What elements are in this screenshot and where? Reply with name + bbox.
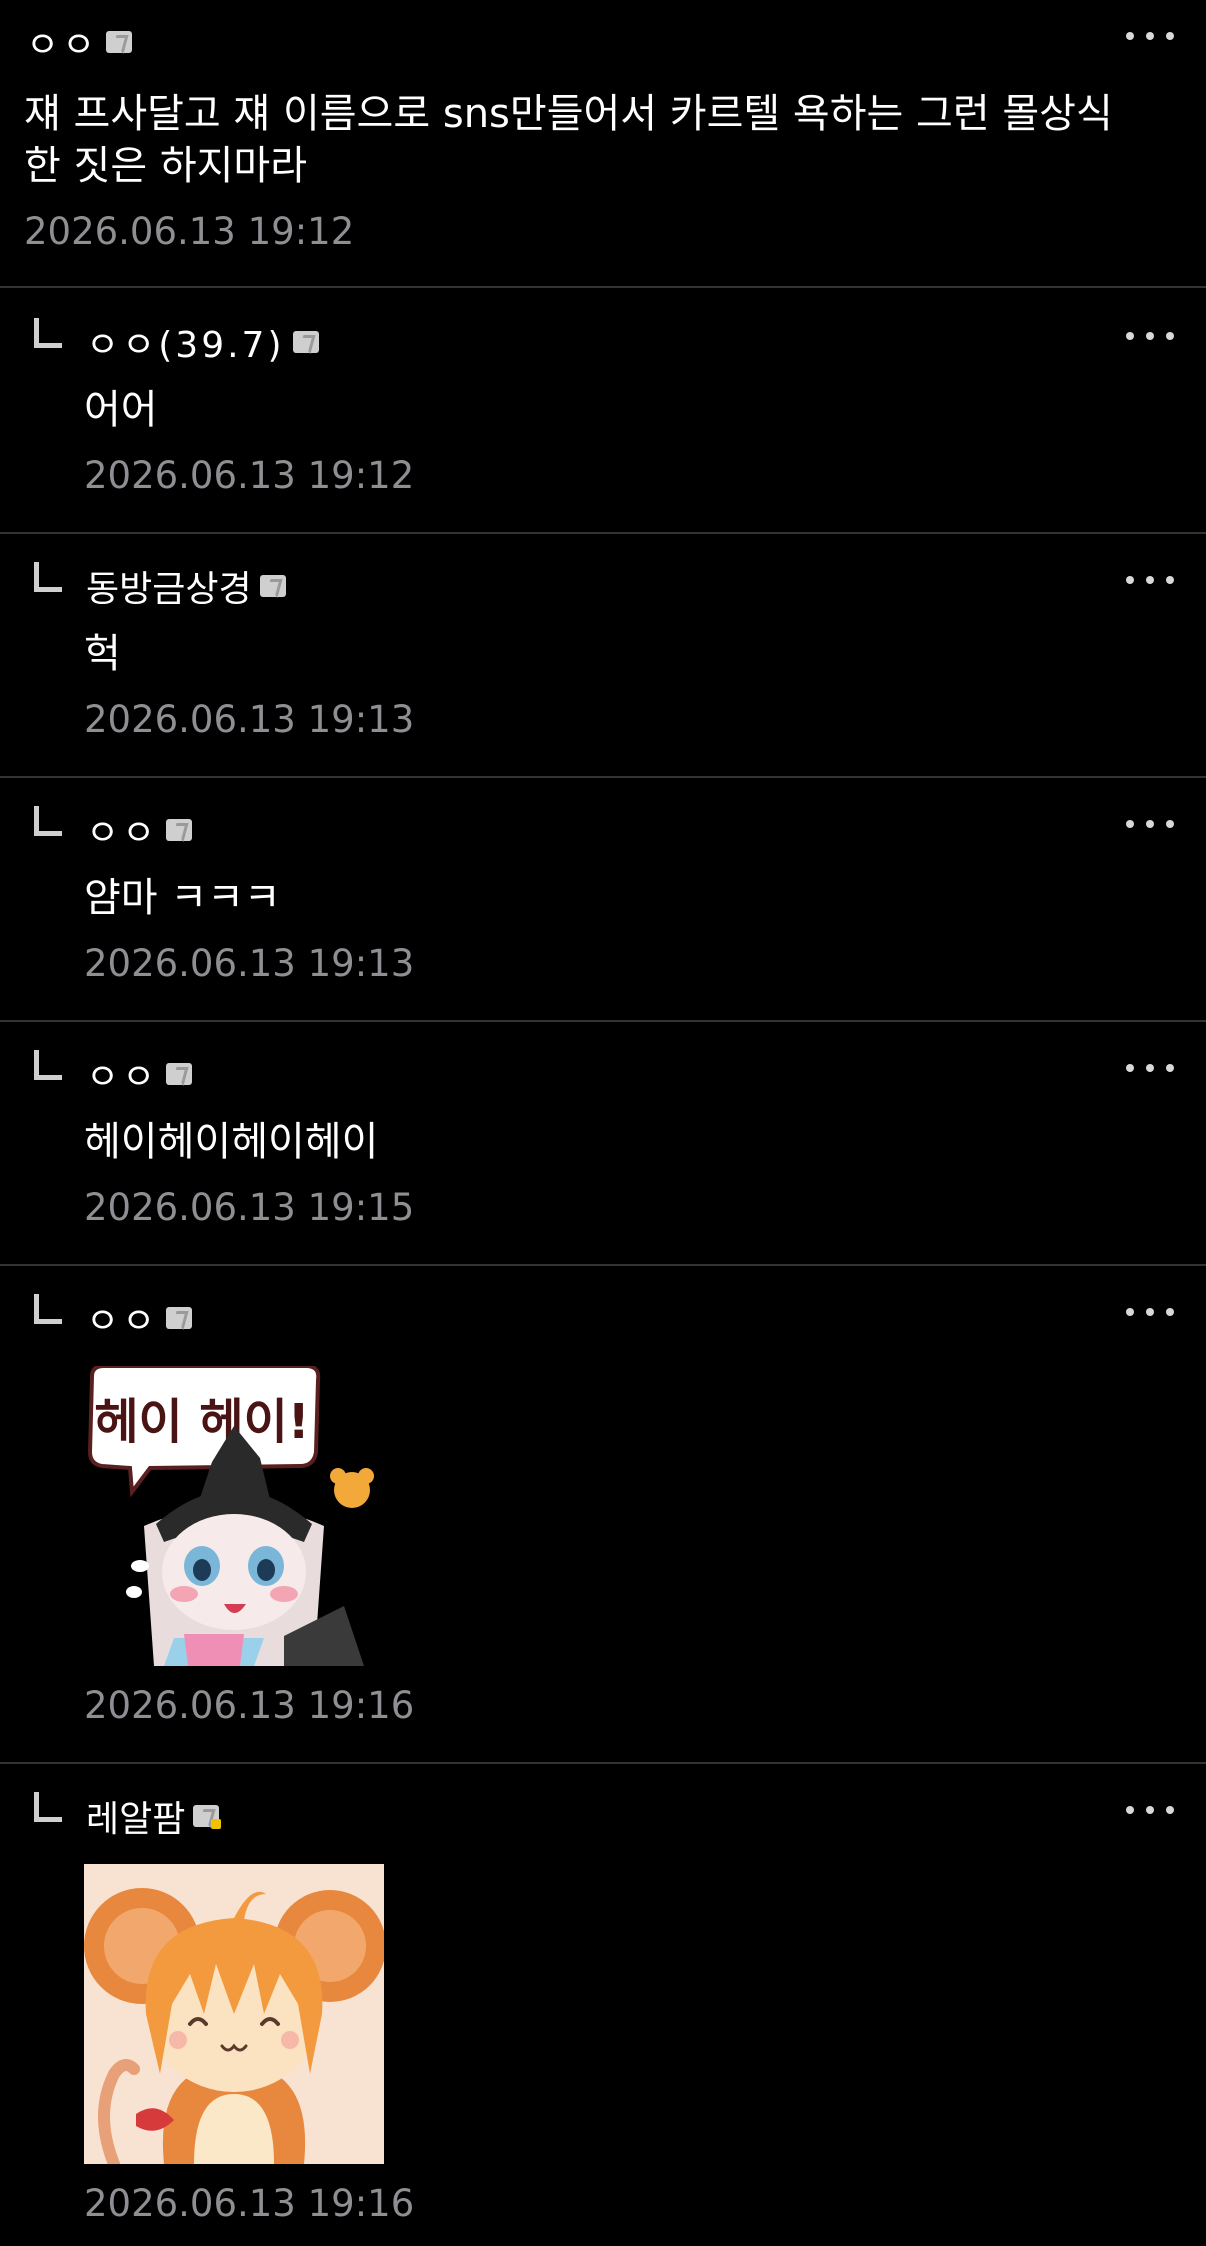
more-options-button[interactable] [1126,26,1174,46]
sticker-hey-hey-image: 헤이 헤이! [84,1366,384,1666]
sticker-mouse-character-image [84,1864,384,2164]
reply-comment: ㅇㅇ 헤이헤이헤이헤이 2026.06.13 19:15 [0,1022,1206,1266]
comment-author[interactable]: ㅇㅇ [26,20,133,66]
reply-arrow-icon [34,1294,62,1324]
comment-date: 2026.06.13 19:15 [84,1186,415,1229]
comment-text: 쟤 프사달고 쟤 이름으로 sns만들어서 카르텔 욕하는 그런 몰상식 한 짓… [24,88,1184,192]
more-options-button[interactable] [1126,570,1174,590]
comment-author[interactable]: ㅇㅇ(39.7) [86,320,319,366]
reply-arrow-icon [34,806,62,836]
comment-text: 헉 [84,631,121,677]
comment-author[interactable]: ㅇㅇ [86,1052,193,1098]
comment-text: 어어 [84,387,158,433]
comment-date: 2026.06.13 19:12 [84,454,415,497]
nickname: ㅇㅇ [26,25,99,66]
comment-text-line: 한 짓은 하지마라 [24,143,308,189]
nickname: ㅇㅇ [86,1301,159,1342]
nickname: 동방금상경 [86,569,252,610]
fixed-nick-badge-icon [166,1063,193,1085]
comment-date: 2026.06.13 19:16 [84,1684,415,1727]
nickname: ㅇㅇ [86,1057,159,1098]
comment-date: 2026.06.13 19:13 [84,698,415,741]
sticker-speech-text: 헤이 헤이! [94,1394,309,1450]
fixed-nick-badge-icon [292,331,319,353]
fixed-nick-badge-icon [166,819,193,841]
comment-text: 헤이헤이헤이헤이 [84,1119,379,1165]
reply-arrow-icon [34,1050,62,1080]
reply-comment: 동방금상경 헉 2026.06.13 19:13 [0,534,1206,778]
comment-author[interactable]: 레알팜 [86,1794,222,1840]
comment-text-line: 쟤 프사달고 쟤 이름으로 sns만들어서 카르텔 욕하는 그런 몰상식 [24,91,1113,137]
sticker-mouse-character[interactable] [84,1864,384,2164]
reply-comment: ㅇㅇ(39.7) 어어 2026.06.13 19:12 [0,290,1206,534]
more-options-button[interactable] [1126,1058,1174,1078]
more-options-button[interactable] [1126,814,1174,834]
comment-author[interactable]: ㅇㅇ [86,808,193,854]
fixed-nick-badge-icon [259,575,286,597]
reply-comment: 레알팜 2026.06.13 19:16 [0,1764,1206,2246]
comment-date: 2026.06.13 19:13 [84,942,415,985]
comment-text: 얌마 ㅋㅋㅋ [84,875,281,921]
reply-comment: ㅇㅇ 헤이 헤이! 2026.06.13 19:16 [0,1266,1206,1764]
comment-author[interactable]: ㅇㅇ [86,1296,193,1342]
nickname: ㅇㅇ [86,813,159,854]
main-comment: ㅇㅇ 쟤 프사달고 쟤 이름으로 sns만들어서 카르텔 욕하는 그런 몰상식 … [0,0,1206,288]
sticker-hey-hey[interactable]: 헤이 헤이! [84,1366,384,1666]
reply-comment: ㅇㅇ 얌마 ㅋㅋㅋ 2026.06.13 19:13 [0,778,1206,1022]
fixed-nick-badge-icon [106,31,133,53]
nickname: 레알팜 [86,1799,186,1840]
fixed-nick-badge-icon [193,1805,222,1829]
fixed-nick-badge-icon [166,1307,193,1329]
more-options-button[interactable] [1126,1800,1174,1820]
nickname: ㅇㅇ(39.7) [86,325,285,366]
comment-author[interactable]: 동방금상경 [86,564,286,610]
reply-arrow-icon [34,562,62,592]
reply-arrow-icon [34,1792,62,1822]
more-options-button[interactable] [1126,326,1174,346]
comment-date: 2026.06.13 19:16 [84,2182,415,2225]
comment-date: 2026.06.13 19:12 [24,210,355,253]
more-options-button[interactable] [1126,1302,1174,1322]
reply-arrow-icon [34,318,62,348]
